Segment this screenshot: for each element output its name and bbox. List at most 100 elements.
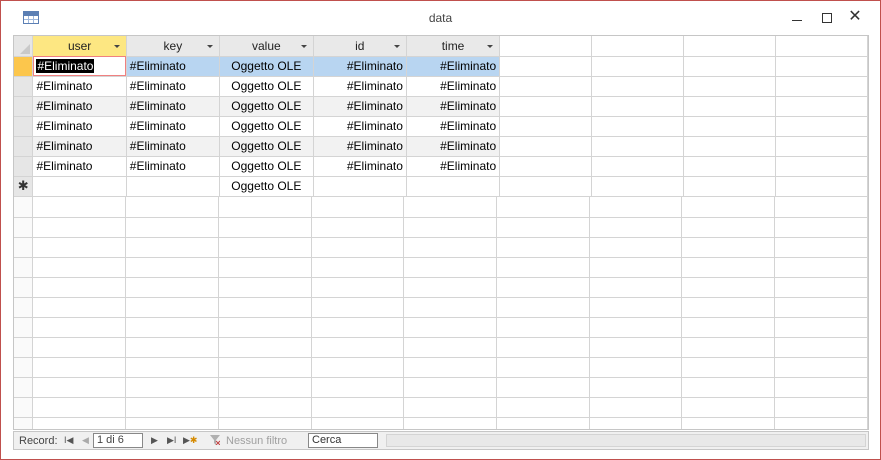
new-record-row[interactable]: ✱ Oggetto OLE [14, 176, 868, 197]
table-row[interactable]: #Eliminato #Eliminato Oggetto OLE #Elimi… [14, 156, 868, 177]
table-cell[interactable]: Oggetto OLE [219, 96, 314, 117]
maximize-button[interactable] [816, 7, 838, 27]
empty-cell [683, 76, 776, 97]
table-cell[interactable]: #Eliminato [313, 56, 407, 77]
table-cell[interactable]: #Eliminato [126, 116, 221, 137]
record-navigation-bar: Record: I◀ ◀ 1 di 6 ▶ ▶I ▶✱ Nessun filtr… [13, 431, 869, 450]
empty-cell [681, 377, 776, 398]
empty-cell [403, 357, 497, 378]
record-selector[interactable] [14, 156, 34, 177]
table-row[interactable]: #Eliminato #Eliminato Oggetto OLE #Elimi… [14, 116, 868, 137]
new-record-button[interactable]: ▶✱ [183, 435, 197, 446]
table-cell[interactable]: #Eliminato [126, 76, 221, 97]
title-bar[interactable]: data ✕ [1, 1, 880, 35]
table-row[interactable]: #Eliminato #Eliminato Oggetto OLE #Elimi… [14, 96, 868, 117]
empty-cell [32, 237, 127, 258]
empty-cell [311, 397, 405, 418]
maximize-icon [822, 12, 832, 23]
chevron-down-icon[interactable] [487, 45, 494, 48]
chevron-down-icon[interactable] [207, 45, 214, 48]
empty-cell [589, 197, 683, 218]
horizontal-scrollbar[interactable] [386, 434, 866, 447]
last-record-icon[interactable]: ▶I [167, 435, 176, 446]
column-header-key[interactable]: key [126, 36, 221, 57]
first-record-icon[interactable]: I◀ [64, 435, 73, 446]
previous-record-icon[interactable]: ◀ [82, 435, 89, 446]
table-cell[interactable]: Oggetto OLE [219, 76, 314, 97]
table-cell[interactable]: #Eliminato [126, 56, 221, 77]
table-cell[interactable]: #Eliminato [32, 76, 127, 97]
table-cell[interactable] [313, 176, 407, 197]
table-cell[interactable]: #Eliminato [406, 136, 501, 157]
empty-cell [496, 237, 590, 258]
empty-cell [775, 56, 868, 77]
empty-cell [403, 217, 497, 238]
table-cell[interactable]: #Eliminato [32, 96, 127, 117]
table-cell[interactable]: #Eliminato [406, 76, 501, 97]
current-record-field[interactable]: 1 di 6 [93, 433, 143, 448]
table-row[interactable]: #Eliminato #Eliminato Oggetto OLE #Elimi… [14, 56, 868, 77]
next-record-icon[interactable]: ▶ [151, 435, 158, 446]
table-cell[interactable]: #Eliminato [32, 156, 127, 177]
table-cell[interactable]: Oggetto OLE [219, 156, 314, 177]
table-cell[interactable]: #Eliminato [313, 96, 407, 117]
table-cell[interactable]: #Eliminato [126, 156, 221, 177]
column-header-user[interactable]: user [32, 36, 127, 57]
table-cell[interactable]: #Eliminato [32, 136, 127, 157]
minimize-icon [792, 20, 802, 22]
close-button[interactable]: ✕ [844, 7, 866, 27]
table-cell[interactable]: #Eliminato [32, 116, 127, 137]
empty-grid-row [14, 397, 868, 418]
empty-cell [774, 237, 868, 258]
table-cell[interactable]: #Eliminato [126, 96, 221, 117]
empty-cell [403, 417, 497, 429]
table-cell[interactable]: #Eliminato [313, 156, 407, 177]
empty-cell [32, 197, 127, 218]
table-cell[interactable]: #Eliminato [406, 116, 501, 137]
filter-status[interactable]: Nessun filtro [226, 435, 287, 447]
chevron-down-icon[interactable] [113, 45, 120, 48]
table-cell[interactable]: #Eliminato [313, 76, 407, 97]
empty-cell [496, 337, 590, 358]
chevron-down-icon[interactable] [393, 45, 400, 48]
select-all-corner[interactable] [14, 36, 34, 57]
table-cell[interactable]: Oggetto OLE [219, 56, 314, 77]
empty-cell [125, 277, 219, 298]
empty-cell [681, 397, 776, 418]
table-cell[interactable]: Oggetto OLE [219, 136, 314, 157]
empty-cell [311, 197, 405, 218]
table-cell[interactable]: Oggetto OLE [219, 176, 314, 197]
record-selector[interactable] [14, 96, 34, 117]
record-selector-current[interactable] [14, 56, 34, 77]
column-header-value[interactable]: value [219, 36, 314, 57]
table-row[interactable]: #Eliminato #Eliminato Oggetto OLE #Elimi… [14, 76, 868, 97]
table-cell[interactable]: #Eliminato [32, 56, 127, 77]
table-cell[interactable]: Oggetto OLE [219, 116, 314, 137]
table-cell[interactable] [406, 176, 501, 197]
search-input[interactable]: Cerca [308, 433, 378, 448]
table-cell[interactable]: #Eliminato [313, 116, 407, 137]
record-selector[interactable] [14, 136, 34, 157]
table-cell[interactable] [32, 176, 127, 197]
record-selector[interactable] [14, 76, 34, 97]
column-header-time[interactable]: time [406, 36, 501, 57]
table-cell[interactable]: #Eliminato [406, 96, 501, 117]
new-record-icon[interactable]: ✱ [14, 176, 34, 197]
empty-cell [125, 217, 219, 238]
table-cell[interactable] [126, 176, 221, 197]
table-cell[interactable]: #Eliminato [406, 156, 501, 177]
datasheet-grid[interactable]: user key value id time #Eliminato #Elimi… [13, 35, 869, 430]
empty-cell [496, 317, 590, 338]
record-selector[interactable] [14, 116, 34, 137]
minimize-button[interactable] [786, 7, 808, 27]
table-cell[interactable]: #Eliminato [126, 136, 221, 157]
chevron-down-icon[interactable] [300, 45, 307, 48]
empty-cell [32, 277, 127, 298]
empty-cell [311, 217, 405, 238]
table-cell[interactable]: #Eliminato [313, 136, 407, 157]
empty-cell [125, 357, 219, 378]
table-cell[interactable]: #Eliminato [406, 56, 501, 77]
table-row[interactable]: #Eliminato #Eliminato Oggetto OLE #Elimi… [14, 136, 868, 157]
column-header-id[interactable]: id [313, 36, 407, 57]
empty-cell [311, 297, 405, 318]
